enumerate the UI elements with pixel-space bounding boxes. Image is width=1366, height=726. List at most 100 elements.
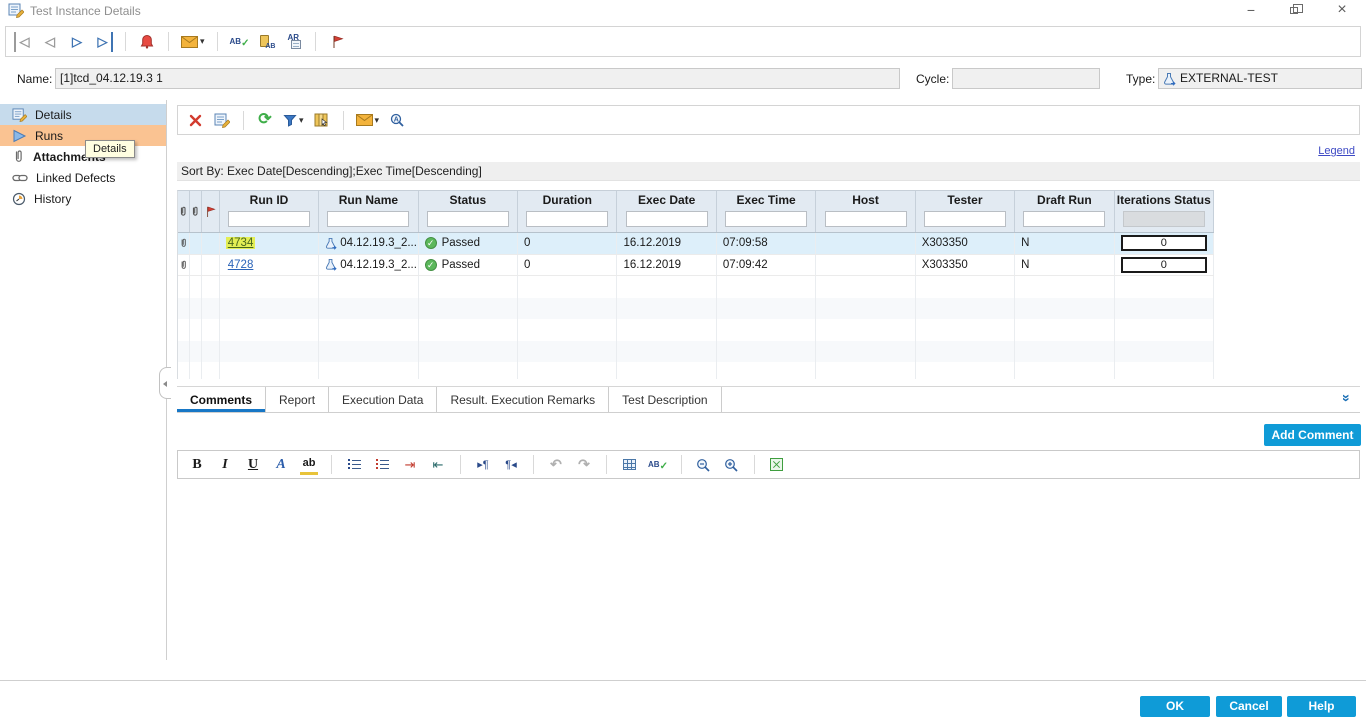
column-header-run-name[interactable]: Run Name [319, 191, 418, 232]
filter-exec-time[interactable] [725, 211, 807, 227]
tab-report[interactable]: Report [266, 387, 329, 412]
tab-result-execution-remarks[interactable]: Result. Execution Remarks [437, 387, 609, 412]
next-item-button[interactable]: ▷ [68, 32, 86, 52]
column-header-status[interactable]: Status [419, 191, 518, 232]
alerts-button[interactable] [138, 32, 156, 52]
exec-date-cell: 16.12.2019 [617, 233, 716, 254]
tab-execution-data[interactable]: Execution Data [329, 387, 437, 412]
filter-run-name[interactable] [327, 211, 409, 227]
underline-button[interactable]: U [244, 455, 262, 475]
email-runs-button[interactable]: ▾ [356, 110, 380, 130]
filter-status[interactable] [427, 211, 509, 227]
sidebar-item-history[interactable]: History [0, 188, 166, 209]
filter-draft-run[interactable] [1023, 211, 1105, 227]
column-header-exec-date[interactable]: Exec Date [617, 191, 716, 232]
legend-link[interactable]: Legend [1318, 145, 1355, 157]
sidebar-item-linked-defects[interactable]: Linked Defects [0, 167, 166, 188]
filter-duration[interactable] [526, 211, 608, 227]
filter-iterations-status [1123, 211, 1205, 227]
cycle-field[interactable] [952, 68, 1100, 89]
flag-for-followup-button[interactable] [328, 32, 346, 52]
collapse-panel-chevron-icon[interactable]: » [1339, 394, 1355, 402]
highlight-button[interactable]: ab [300, 455, 318, 475]
cancel-button[interactable]: Cancel [1216, 696, 1282, 717]
close-button[interactable]: × [1327, 0, 1357, 22]
exec-time-cell: 07:09:58 [717, 233, 816, 254]
right-to-left-button[interactable]: ¶◂ [502, 455, 520, 475]
sidebar-item-runs[interactable]: Runs [0, 125, 166, 146]
editor-spellcheck-button[interactable]: AB✓ [648, 455, 668, 475]
help-button[interactable]: Help [1287, 696, 1356, 717]
set-filter-button[interactable]: ▾ [283, 110, 304, 130]
column-header-run-id[interactable]: Run ID [220, 191, 319, 232]
italic-button[interactable]: I [216, 455, 234, 475]
attachment-column-header-2[interactable] [190, 191, 202, 232]
maximize-editor-button[interactable] [768, 455, 786, 475]
run-details-button[interactable] [213, 110, 231, 130]
select-columns-icon [314, 113, 329, 128]
spelling-options-button[interactable]: AR [285, 32, 303, 52]
flag-column-header[interactable] [202, 191, 220, 232]
minimize-button[interactable]: − [1236, 0, 1266, 22]
sidebar-item-attachments[interactable]: Attachments [0, 146, 166, 167]
filter-tester[interactable] [924, 211, 1006, 227]
thesaurus-button[interactable]: AB [258, 32, 276, 52]
bold-button[interactable]: B [188, 455, 206, 475]
left-to-right-button[interactable]: ▸¶ [474, 455, 492, 475]
last-item-button[interactable]: ▷ [95, 32, 113, 52]
undo-button[interactable]: ↶ [547, 455, 565, 475]
run-id-cell: 4734 [220, 233, 319, 254]
column-header-host[interactable]: Host [816, 191, 915, 232]
column-header-draft-run[interactable]: Draft Run [1015, 191, 1114, 232]
check-spelling-button[interactable]: AB✓ [230, 32, 250, 52]
text-search-button[interactable]: A [388, 110, 406, 130]
spelling-options-icon: AR [287, 35, 301, 49]
restore-button[interactable] [1280, 0, 1310, 22]
redo-button[interactable]: ↷ [575, 455, 593, 475]
zoom-in-button[interactable] [723, 455, 741, 475]
splitter-collapse-handle[interactable] [159, 367, 171, 399]
table-row[interactable]: 4734 04.12.19.3_2... ✓Passed 0 16.12.201… [178, 233, 1214, 255]
column-header-duration[interactable]: Duration [518, 191, 617, 232]
delete-run-button[interactable] [186, 110, 204, 130]
iterations-status-box[interactable]: 0 [1121, 257, 1207, 273]
name-field[interactable]: [1]tcd_04.12.19.3 1 [55, 68, 900, 89]
add-comment-button[interactable]: Add Comment [1264, 424, 1361, 446]
refresh-button[interactable]: ⟳ [256, 110, 274, 130]
filter-run-id[interactable] [228, 211, 310, 227]
tester-cell: X303350 [916, 255, 1015, 276]
select-columns-button[interactable] [313, 110, 331, 130]
font-color-button[interactable]: A [272, 455, 290, 475]
zoom-out-button[interactable] [695, 455, 713, 475]
column-header-iterations-status[interactable]: Iterations Status [1115, 191, 1214, 232]
filter-host[interactable] [825, 211, 907, 227]
bell-icon [140, 34, 154, 49]
indent-button[interactable]: ⇥ [401, 455, 419, 475]
test-instance-details-window: Test Instance Details − × ◁ ◁ ▷ ▷ ▾ AB✓ … [0, 0, 1366, 726]
column-header-tester[interactable]: Tester [916, 191, 1015, 232]
run-id-link[interactable]: 4734 [226, 237, 256, 249]
iterations-status-cell: 0 [1115, 233, 1214, 254]
send-email-button[interactable]: ▾ [181, 32, 205, 52]
run-id-link[interactable]: 4728 [226, 259, 256, 271]
previous-item-button[interactable]: ◁ [41, 32, 59, 52]
first-item-button[interactable]: ◁ [14, 32, 32, 52]
chain-link-icon [12, 173, 28, 183]
type-field[interactable]: EXTERNAL-TEST [1158, 68, 1362, 89]
tab-comments[interactable]: Comments [177, 387, 266, 412]
numbered-list-button[interactable] [373, 455, 391, 475]
outdent-button[interactable]: ⇤ [429, 455, 447, 475]
check-icon: ✓ [241, 38, 249, 49]
tab-test-description[interactable]: Test Description [609, 387, 721, 412]
table-row[interactable]: 4728 04.12.19.3_2... ✓Passed 0 16.12.201… [178, 255, 1214, 277]
runs-icon [12, 129, 27, 143]
column-header-exec-time[interactable]: Exec Time [717, 191, 816, 232]
attachment-cell [178, 233, 190, 254]
insert-table-button[interactable] [620, 455, 638, 475]
attachment-column-header[interactable] [178, 191, 190, 232]
sidebar-item-details[interactable]: Details [0, 104, 166, 125]
bullet-list-button[interactable] [345, 455, 363, 475]
ok-button[interactable]: OK [1140, 696, 1210, 717]
filter-exec-date[interactable] [626, 211, 708, 227]
iterations-status-box[interactable]: 0 [1121, 235, 1207, 251]
